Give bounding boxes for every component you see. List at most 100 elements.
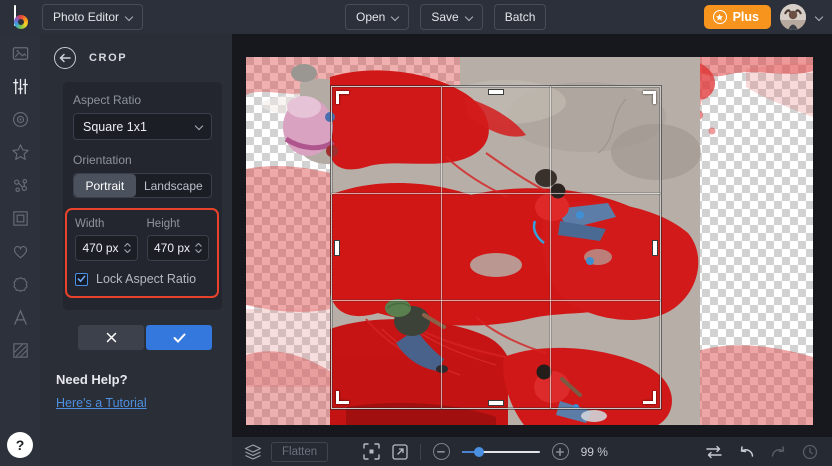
befunky-logo-icon — [13, 5, 30, 29]
minus-icon — [437, 450, 446, 453]
fit-to-screen-icon[interactable] — [362, 443, 380, 460]
help-heading: Need Help? — [56, 372, 128, 387]
crop-grid-line — [550, 87, 552, 408]
befunky-logo[interactable] — [0, 5, 42, 29]
width-input[interactable]: 470 px — [75, 235, 138, 261]
touchup-dots-icon[interactable] — [11, 176, 30, 195]
top-bar-right: Plus — [703, 4, 832, 30]
crop-handle-left[interactable] — [334, 239, 340, 256]
crop-handle-bottom[interactable] — [488, 400, 504, 406]
lock-aspect-checkbox[interactable] — [75, 272, 88, 286]
aspect-ratio-select[interactable]: Square 1x1 — [73, 113, 212, 140]
open-full-view-icon[interactable] — [391, 443, 408, 460]
crop-actions — [78, 325, 222, 350]
history-clock-icon[interactable] — [802, 444, 818, 460]
lock-aspect-label: Lock Aspect Ratio — [96, 272, 197, 286]
orientation-toggle: Portrait Landscape — [73, 173, 212, 198]
apply-crop-button[interactable] — [146, 325, 212, 350]
zoom-percent: 99 % — [580, 444, 608, 459]
undo-icon[interactable] — [738, 445, 755, 458]
star-circle-icon — [712, 10, 727, 24]
bottom-bar: Flatten 99 % — [232, 437, 832, 466]
text-icon[interactable] — [11, 308, 30, 327]
orientation-label: Orientation — [73, 153, 132, 167]
save-label: Save — [431, 10, 459, 24]
aspect-ratio-value: Square 1x1 — [83, 119, 147, 134]
divider — [419, 443, 421, 460]
crop-grid-line — [332, 193, 660, 195]
save-button[interactable]: Save — [420, 4, 483, 30]
top-bar: Photo Editor Open Save Batch Plus — [0, 0, 832, 34]
height-label: Height — [146, 218, 180, 230]
back-button[interactable] — [54, 47, 76, 69]
user-avatar[interactable] — [780, 4, 806, 30]
frames-icon[interactable] — [11, 209, 30, 228]
overlays-badge-icon[interactable] — [11, 275, 30, 294]
crop-handle-top-left[interactable] — [336, 91, 349, 104]
crop-handle-top[interactable] — [488, 89, 504, 95]
height-stepper[interactable] — [193, 243, 204, 253]
edit-sliders-icon[interactable] — [11, 77, 30, 96]
height-value: 470 px — [153, 241, 190, 255]
batch-button[interactable]: Batch — [493, 4, 547, 30]
app-window: Photo Editor Open Save Batch Plus ? CROP… — [0, 0, 832, 466]
textures-icon[interactable] — [11, 341, 30, 360]
crop-box[interactable] — [331, 86, 661, 409]
open-button[interactable]: Open — [345, 4, 410, 30]
crop-handle-bottom-left[interactable] — [336, 391, 349, 404]
portrait-button[interactable]: Portrait — [74, 174, 136, 197]
app-menu-button[interactable]: Photo Editor — [42, 4, 144, 30]
width-label: Width — [75, 218, 105, 230]
tool-rail: ? — [0, 34, 40, 466]
chevron-down-icon — [195, 123, 202, 130]
chevron-down-icon — [391, 14, 398, 21]
help-button[interactable]: ? — [7, 432, 33, 458]
check-icon — [173, 333, 185, 343]
plus-label: Plus — [732, 10, 759, 24]
flatten-label: Flatten — [282, 445, 318, 458]
crop-grid-line — [332, 300, 660, 302]
help-block: Need Help? Here's a Tutorial — [56, 372, 222, 412]
redo-icon[interactable] — [770, 445, 787, 458]
zoom-out-button[interactable] — [432, 443, 450, 460]
batch-label: Batch — [504, 10, 536, 24]
app-menu-label: Photo Editor — [53, 10, 120, 24]
canvas-area — [232, 34, 832, 437]
landscape-button[interactable]: Landscape — [136, 174, 211, 197]
crop-settings-card: Aspect Ratio Square 1x1 Orientation Port… — [63, 82, 222, 310]
red-callout-box: Width 470 px Height 470 px Lock Aspect R… — [65, 208, 219, 298]
aspect-ratio-label: Aspect Ratio — [73, 93, 142, 107]
effects-eye-icon[interactable] — [11, 110, 30, 129]
compare-arrows-icon[interactable] — [705, 445, 723, 459]
cancel-crop-button[interactable] — [78, 325, 144, 350]
x-icon — [106, 332, 116, 343]
crop-handle-bottom-right[interactable] — [643, 391, 656, 404]
help-label: ? — [15, 437, 25, 453]
plus-upgrade-button[interactable]: Plus — [703, 5, 771, 29]
back-arrow-icon — [59, 53, 71, 63]
flatten-button[interactable]: Flatten — [271, 441, 329, 462]
zoom-in-button[interactable] — [551, 443, 569, 460]
zoom-slider-knob[interactable] — [473, 446, 484, 457]
photo-manager-icon[interactable] — [11, 44, 30, 63]
crop-panel: CROP Aspect Ratio Square 1x1 Orientation… — [40, 34, 232, 466]
open-label: Open — [356, 10, 386, 24]
landscape-label: Landscape — [143, 178, 203, 193]
chevron-down-icon — [125, 14, 132, 21]
portrait-label: Portrait — [85, 178, 125, 193]
crop-handle-right[interactable] — [652, 239, 658, 256]
panel-title: CROP — [89, 52, 128, 64]
crop-panel-header: CROP — [54, 47, 222, 69]
height-input[interactable]: 470 px — [146, 235, 209, 261]
chevron-down-icon — [465, 14, 472, 21]
zoom-slider[interactable] — [461, 446, 540, 457]
artsy-star-icon[interactable] — [11, 143, 30, 162]
account-chevron-icon[interactable] — [815, 14, 822, 21]
crop-handle-top-right[interactable] — [643, 91, 656, 104]
graphics-heart-icon[interactable] — [11, 242, 30, 261]
width-stepper[interactable] — [122, 243, 133, 253]
crop-grid-line — [440, 87, 442, 408]
top-bar-center: Open Save Batch — [345, 0, 547, 34]
tutorial-link[interactable]: Here's a Tutorial — [56, 396, 147, 410]
layers-icon[interactable] — [244, 443, 262, 460]
